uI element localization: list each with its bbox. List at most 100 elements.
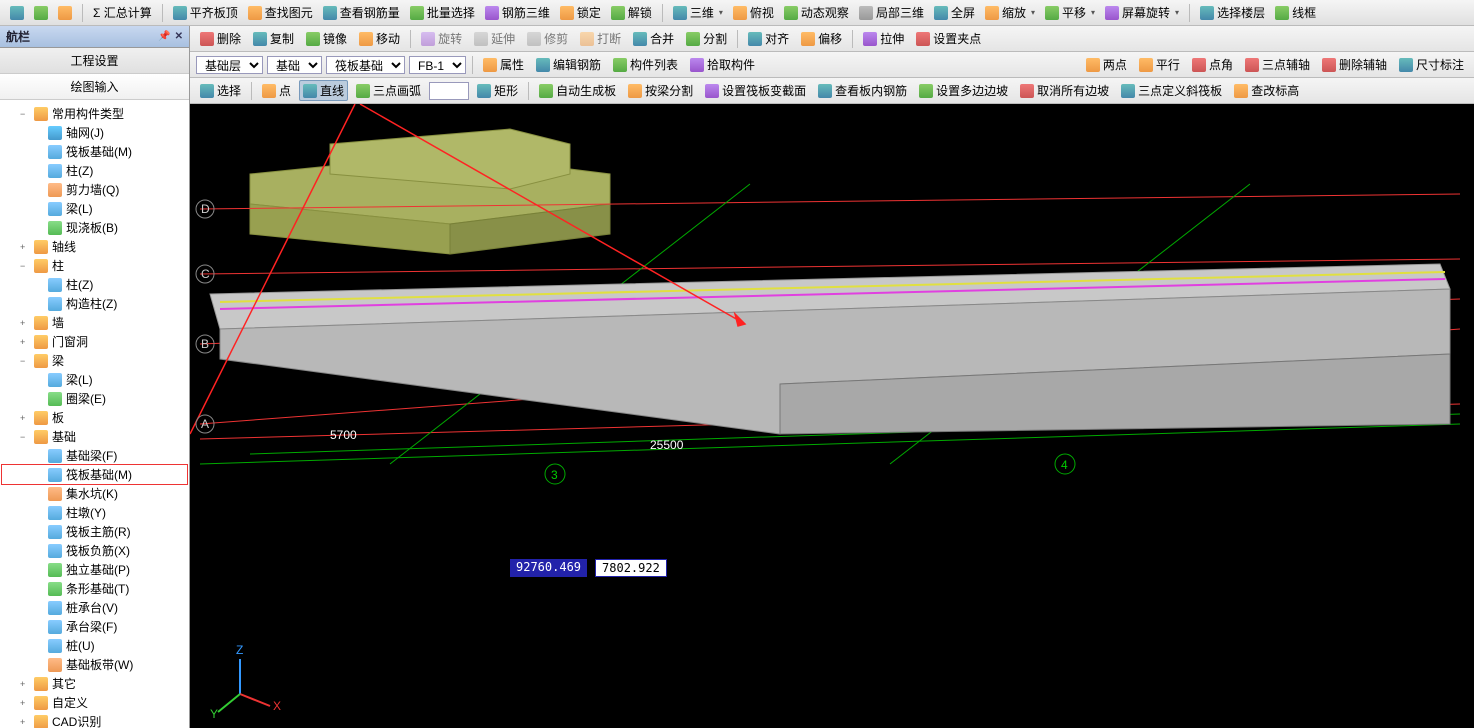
arc-tool-button[interactable]: 三点画弧 [352,80,425,101]
viewport-3d[interactable]: A B C D 3 4 5700 25500 Z X Y [190,104,1474,728]
tree-item[interactable]: 柱(Z) [2,161,187,180]
subtype-select[interactable]: 筏板基础 [326,56,405,74]
tree-item[interactable]: 基础板带(W) [2,655,187,674]
view-3d-button[interactable]: 三维 [669,2,727,23]
tree-item[interactable]: −常用构件类型 [2,104,187,123]
edit-button[interactable]: 拉伸 [859,28,908,49]
tree-item[interactable]: 梁(L) [2,199,187,218]
wireframe-button[interactable]: 线框 [1271,2,1320,23]
tree-item[interactable]: −基础 [2,427,187,446]
point-tool-button[interactable]: 点 [258,80,295,101]
category-select[interactable]: 基础 [267,56,322,74]
edit-elevation-button[interactable]: 查改标高 [1230,80,1303,101]
tree-item[interactable]: 独立基础(P) [2,560,187,579]
tree-item[interactable]: 剪力墙(Q) [2,180,187,199]
tree-item[interactable]: 筏板负筋(X) [2,541,187,560]
view-slab-rebar-button[interactable]: 查看板内钢筋 [814,80,911,101]
tree-item[interactable]: +自定义 [2,693,187,712]
dimension-button[interactable]: 尺寸标注 [1395,54,1468,75]
tree-item[interactable]: 轴网(J) [2,123,187,142]
component-tree[interactable]: −常用构件类型轴网(J)筏板基础(M)柱(Z)剪力墙(Q)梁(L)现浇板(B)+… [0,100,189,728]
top-view-button[interactable]: 俯视 [729,2,778,23]
tree-item[interactable]: +门窗洞 [2,332,187,351]
delete-axis-button[interactable]: 删除辅轴 [1318,54,1391,75]
rect-tool-button[interactable]: 矩形 [473,80,522,101]
tree-item[interactable]: +墙 [2,313,187,332]
edit-button[interactable]: 旋转 [417,28,466,49]
toolbar-button[interactable] [6,4,28,22]
three-point-axis-button[interactable]: 三点辅轴 [1241,54,1314,75]
tree-item[interactable]: 桩承台(V) [2,598,187,617]
edit-button[interactable]: 合并 [629,28,678,49]
edit-button[interactable]: 对齐 [744,28,793,49]
tab-drawing-input[interactable]: 绘图输入 [0,74,189,100]
tree-item[interactable]: 筏板主筋(R) [2,522,187,541]
split-by-beam-button[interactable]: 按梁分割 [624,80,697,101]
tree-item[interactable]: 筏板基础(M) [2,465,187,484]
select-tool-button[interactable]: 选择 [196,80,245,101]
tree-item[interactable]: 筏板基础(M) [2,142,187,161]
component-list-button[interactable]: 构件列表 [609,54,682,75]
multi-slope-button[interactable]: 设置多边边坡 [915,80,1012,101]
rebar-3d-button[interactable]: 钢筋三维 [481,2,554,23]
parallel-button[interactable]: 平行 [1135,54,1184,75]
pin-icon[interactable]: 📌 [158,31,170,42]
toolbar-button[interactable] [30,4,52,22]
tree-item[interactable]: 构造柱(Z) [2,294,187,313]
tree-item[interactable]: +CAD识别 [2,712,187,728]
edit-button[interactable]: 镜像 [302,28,351,49]
fullscreen-button[interactable]: 全屏 [930,2,979,23]
zoom-button[interactable]: 缩放 [981,2,1039,23]
three-point-raft-button[interactable]: 三点定义斜筏板 [1117,80,1226,101]
draw-input[interactable] [429,82,469,100]
tree-item[interactable]: 承台梁(F) [2,617,187,636]
two-point-button[interactable]: 两点 [1082,54,1131,75]
screen-rotate-button[interactable]: 屏幕旋转 [1101,2,1183,23]
edit-button[interactable]: 偏移 [797,28,846,49]
tab-project-settings[interactable]: 工程设置 [0,48,189,74]
edit-button[interactable]: 移动 [355,28,404,49]
edit-button[interactable]: 打断 [576,28,625,49]
tree-item[interactable]: +轴线 [2,237,187,256]
tree-item[interactable]: −梁 [2,351,187,370]
lock-button[interactable]: 锁定 [556,2,605,23]
view-rebar-button[interactable]: 查看钢筋量 [319,2,404,23]
pick-component-button[interactable]: 拾取构件 [686,54,759,75]
tree-item[interactable]: 柱(Z) [2,275,187,294]
local-3d-button[interactable]: 局部三维 [855,2,928,23]
tree-item[interactable]: +板 [2,408,187,427]
edit-button[interactable]: 分割 [682,28,731,49]
instance-select[interactable]: FB-1 [409,56,466,74]
point-angle-button[interactable]: 点角 [1188,54,1237,75]
edit-rebar-button[interactable]: 编辑钢筋 [532,54,605,75]
tree-item[interactable]: 圈梁(E) [2,389,187,408]
edit-button[interactable]: 延伸 [470,28,519,49]
floor-select[interactable]: 基础层 [196,56,263,74]
find-element-button[interactable]: 查找图元 [244,2,317,23]
align-top-button[interactable]: 平齐板顶 [169,2,242,23]
pan-button[interactable]: 平移 [1041,2,1099,23]
toolbar-button[interactable] [54,4,76,22]
tree-item[interactable]: +其它 [2,674,187,693]
tree-item[interactable]: −柱 [2,256,187,275]
auto-slab-button[interactable]: 自动生成板 [535,80,620,101]
batch-select-button[interactable]: 批量选择 [406,2,479,23]
select-floor-button[interactable]: 选择楼层 [1196,2,1269,23]
edit-button[interactable]: 删除 [196,28,245,49]
properties-button[interactable]: 属性 [479,54,528,75]
unlock-button[interactable]: 解锁 [607,2,656,23]
tree-item[interactable]: 桩(U) [2,636,187,655]
cancel-slope-button[interactable]: 取消所有边坡 [1016,80,1113,101]
edit-button[interactable]: 设置夹点 [912,28,985,49]
tree-item[interactable]: 柱墩(Y) [2,503,187,522]
tree-item[interactable]: 现浇板(B) [2,218,187,237]
tree-item[interactable]: 条形基础(T) [2,579,187,598]
tree-item[interactable]: 基础梁(F) [2,446,187,465]
edit-button[interactable]: 复制 [249,28,298,49]
tree-item[interactable]: 集水坑(K) [2,484,187,503]
sum-calc-button[interactable]: Σ 汇总计算 [89,2,156,23]
tree-item[interactable]: 梁(L) [2,370,187,389]
orbit-button[interactable]: 动态观察 [780,2,853,23]
edit-button[interactable]: 修剪 [523,28,572,49]
close-icon[interactable]: ✕ [175,31,183,42]
